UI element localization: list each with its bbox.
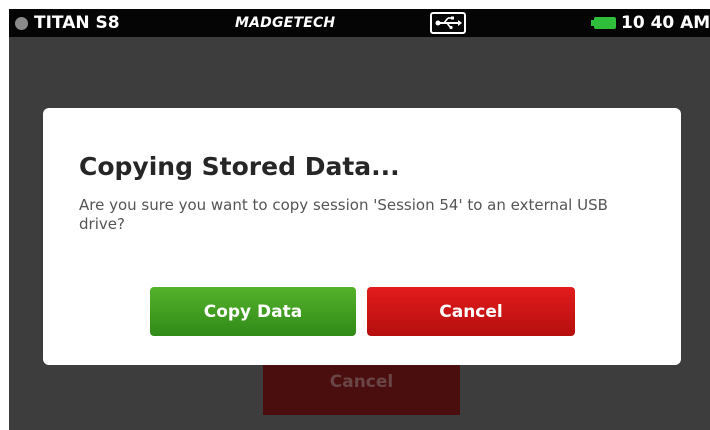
device-name-group: TITAN S8 <box>9 9 120 37</box>
copy-data-button[interactable]: Copy Data <box>150 287 356 336</box>
copy-data-dialog: Copying Stored Data... Are you sure you … <box>43 108 681 365</box>
status-dot-icon <box>15 16 28 30</box>
brand-logo: MADGETECH <box>235 15 336 31</box>
device-screen: TITAN S8 MADGETECH 10 40 AM Cancel Copyi… <box>9 9 710 430</box>
dialog-title: Copying Stored Data... <box>79 152 400 181</box>
status-time: 10 40 AM <box>621 13 710 33</box>
device-name: TITAN S8 <box>34 13 120 33</box>
usb-icon <box>430 12 466 34</box>
dialog-message: Are you sure you want to copy session 'S… <box>79 196 608 233</box>
cancel-button[interactable]: Cancel <box>367 287 575 336</box>
status-bar: TITAN S8 MADGETECH 10 40 AM <box>9 9 710 37</box>
battery-icon <box>591 17 616 29</box>
